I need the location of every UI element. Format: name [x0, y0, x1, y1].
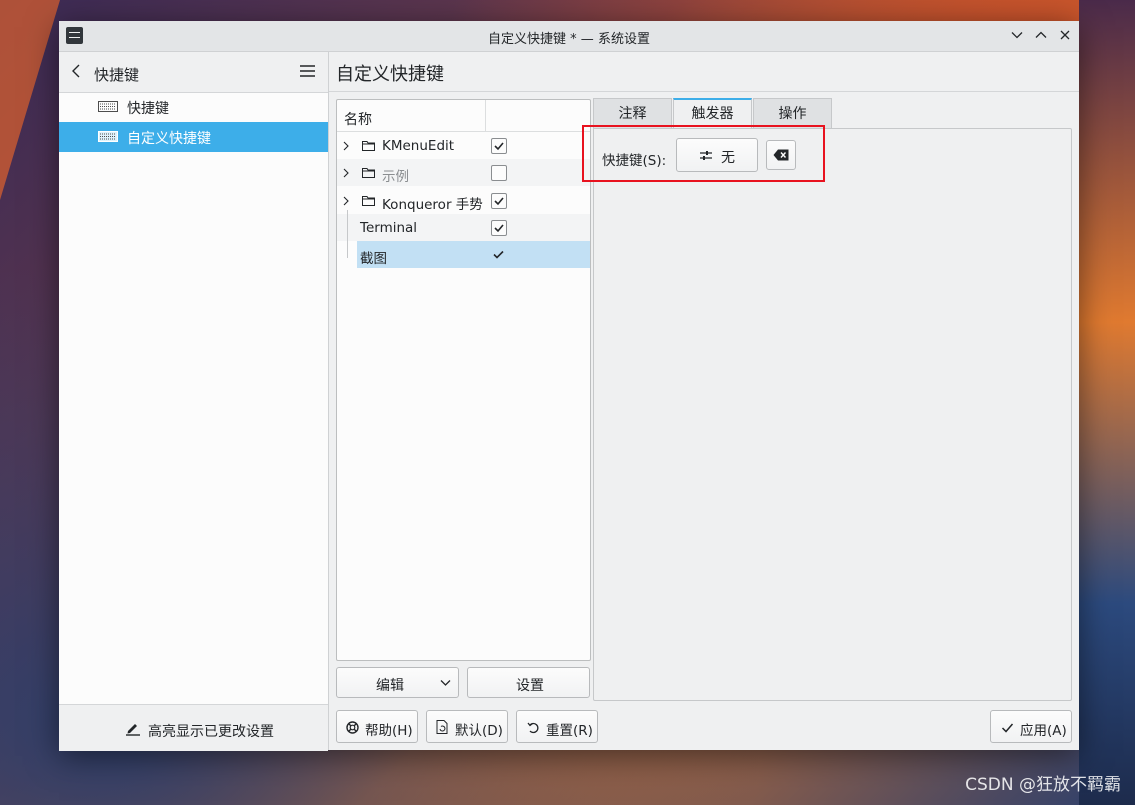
checkmark-icon — [494, 142, 504, 151]
enabled-checkbox[interactable] — [491, 220, 507, 236]
chevron-down-icon — [440, 680, 451, 686]
maximize-button[interactable] — [1032, 26, 1050, 44]
tree-row-label: KMenuEdit — [382, 138, 455, 154]
tree-row-label: 示例 — [382, 169, 409, 185]
column-header-name[interactable]: 名称 — [344, 109, 372, 129]
expand-arrow-icon[interactable] — [342, 196, 350, 206]
watermark-text: CSDN @狂放不羁霸 — [965, 775, 1121, 795]
tab-action[interactable]: 操作 — [753, 98, 832, 128]
tree-row-konqueror-gestures[interactable]: Konqueror 手势 — [337, 187, 590, 214]
help-label: 帮助(H) — [365, 723, 413, 739]
divider — [329, 91, 1079, 92]
document-revert-icon — [436, 720, 448, 734]
minimize-button[interactable] — [1008, 26, 1026, 44]
reset-button[interactable]: 重置(R) — [516, 710, 598, 743]
sidebar-title: 快捷键 — [94, 66, 140, 84]
tree-row-label: 截图 — [360, 251, 387, 267]
checkmark-icon — [494, 224, 504, 233]
settings-button[interactable]: 设置 — [467, 667, 590, 698]
sidebar-item-shortcuts[interactable]: 快捷键 — [59, 92, 328, 122]
highlight-changed-settings-button[interactable]: 高亮显示已更改设置 — [59, 704, 328, 751]
tree-header: 名称 — [337, 100, 590, 132]
settings-window: 自定义快捷键 * — 系统设置 快捷键 快捷键 自定义快捷键 高亮显示已更改设置… — [59, 21, 1079, 751]
tab-comment[interactable]: 注释 — [593, 98, 672, 128]
settings-label: 设置 — [516, 678, 544, 694]
tree-row-label: Konqueror 手势 — [382, 197, 483, 213]
enabled-checkbox[interactable] — [491, 138, 507, 154]
expand-arrow-icon[interactable] — [342, 141, 350, 151]
hamburger-menu-icon[interactable] — [299, 64, 316, 78]
close-button[interactable] — [1056, 26, 1074, 44]
wallpaper-shape — [1079, 0, 1135, 805]
title-bar[interactable]: 自定义快捷键 * — 系统设置 — [59, 21, 1079, 52]
wallpaper-shape — [0, 0, 60, 200]
enabled-checkbox[interactable] — [491, 165, 507, 181]
folder-icon — [362, 196, 375, 206]
edit-dropdown-button[interactable]: 编辑 — [336, 667, 459, 698]
sidebar-item-label: 自定义快捷键 — [127, 131, 211, 147]
tree-row-screenshot[interactable]: 截图 — [337, 241, 590, 268]
checkmark-icon — [1001, 723, 1014, 733]
window-title: 自定义快捷键 * — 系统设置 — [488, 32, 650, 47]
back-icon[interactable] — [69, 62, 85, 80]
tree-row-examples[interactable]: 示例 — [337, 159, 590, 186]
tab-trigger[interactable]: 触发器 — [673, 98, 752, 128]
chevron-down-icon — [1011, 32, 1023, 39]
expand-arrow-icon[interactable] — [342, 168, 350, 178]
page-title: 自定义快捷键 — [336, 64, 444, 85]
undo-icon — [527, 722, 539, 734]
apply-button[interactable]: 应用(A) — [990, 710, 1072, 743]
checkmark-icon — [494, 197, 504, 206]
folder-icon — [362, 141, 375, 151]
annotation-highlight-box — [582, 125, 825, 182]
selection-highlight — [357, 241, 590, 268]
tree-row-terminal[interactable]: Terminal — [337, 214, 590, 241]
chevron-up-icon — [1035, 31, 1047, 38]
highlight-changed-label: 高亮显示已更改设置 — [148, 724, 274, 740]
sidebar-item-custom-shortcuts[interactable]: 自定义快捷键 — [59, 122, 328, 152]
folder-icon — [362, 168, 375, 178]
tree-row-label: Terminal — [360, 220, 418, 236]
help-lifebuoy-icon — [346, 721, 359, 734]
keyboard-icon — [98, 101, 118, 112]
keyboard-icon — [98, 131, 118, 142]
tree-row-kmenuedit[interactable]: KMenuEdit — [337, 132, 590, 159]
tree-branch-line — [347, 210, 348, 258]
shortcut-tree[interactable]: 名称 KMenuEdit 示例 Konqueror 手势 Terminal 截图 — [336, 99, 591, 661]
sidebar-item-label: 快捷键 — [127, 101, 169, 117]
sidebar: 快捷键 快捷键 自定义快捷键 高亮显示已更改设置 — [59, 52, 329, 751]
enabled-checkbox[interactable] — [491, 193, 507, 209]
help-button[interactable]: 帮助(H) — [336, 710, 418, 743]
defaults-button[interactable]: 默认(D) — [426, 710, 508, 743]
apply-label: 应用(A) — [1020, 723, 1067, 739]
highlight-pen-icon — [126, 724, 140, 736]
defaults-label: 默认(D) — [455, 723, 503, 739]
reset-label: 重置(R) — [546, 723, 593, 739]
sidebar-header: 快捷键 — [59, 52, 328, 93]
close-icon — [1060, 30, 1070, 40]
column-divider[interactable] — [485, 100, 486, 131]
edit-label: 编辑 — [376, 678, 404, 694]
trigger-panel: 快捷键(S): 无 — [593, 128, 1072, 701]
checkmark-icon[interactable] — [492, 248, 505, 261]
